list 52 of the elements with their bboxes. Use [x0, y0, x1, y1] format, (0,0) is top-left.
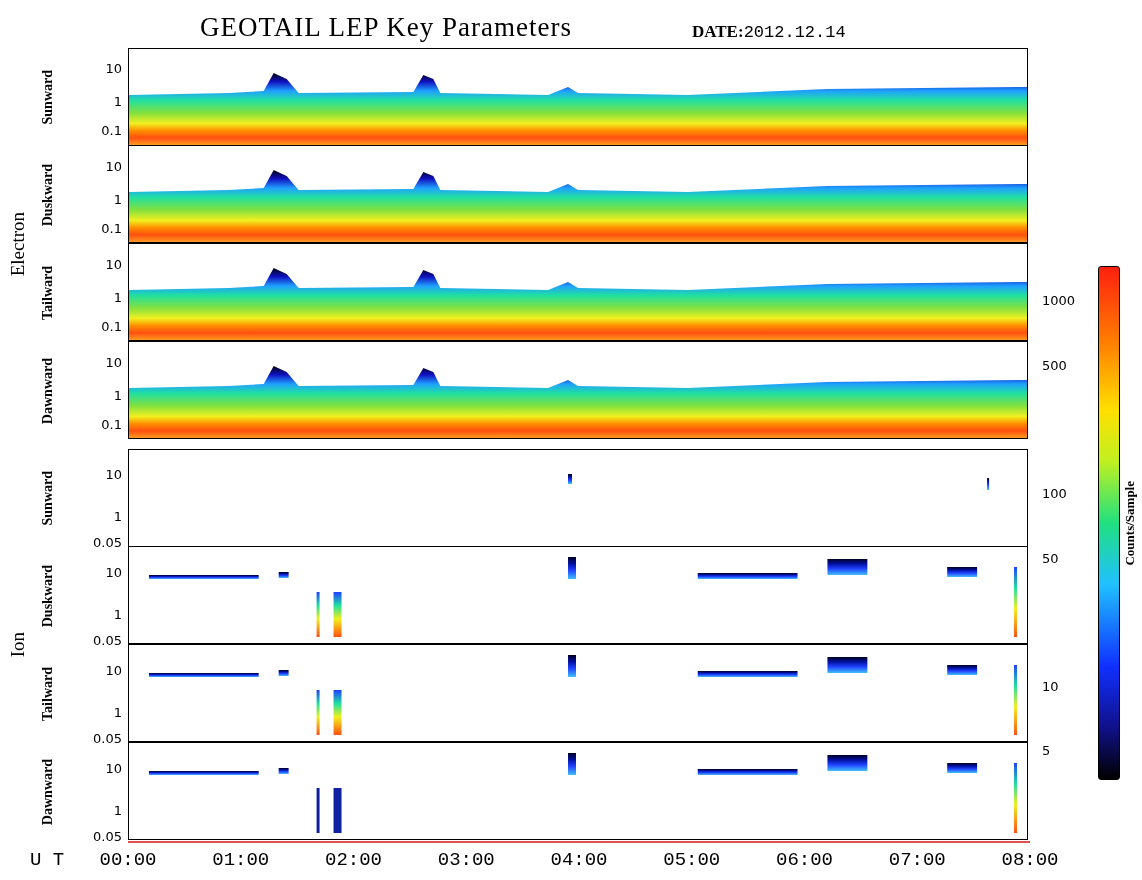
- axis-tick-label: 03:00: [437, 849, 495, 871]
- axis-tick-label: 04:00: [550, 849, 608, 871]
- axis-tick-label: 10: [105, 354, 122, 370]
- panel-label: Duskward: [40, 564, 56, 628]
- axis-tick-label: 10: [105, 564, 122, 580]
- axis-tick-label: 08:00: [1001, 849, 1059, 871]
- colorbar-tick-label: 500: [1042, 357, 1067, 373]
- group-label: Electron: [7, 211, 29, 277]
- axis-tick-label: 10: [105, 256, 122, 272]
- axis-tick-label: 1: [113, 191, 122, 207]
- axis-tick-label: 1: [113, 802, 122, 818]
- colorbar-label: Counts/Sample: [1122, 480, 1138, 566]
- axis-tick-label: 10: [105, 760, 122, 776]
- panel-label: Sunward: [40, 470, 56, 526]
- axis-tick-label: 06:00: [776, 849, 833, 871]
- axis-tick-label: 1: [113, 93, 122, 109]
- axis-tick-label: 1: [113, 606, 122, 622]
- axis-tick-label: 0.05: [93, 534, 122, 550]
- axis-tick-label: 1: [113, 704, 122, 720]
- panel-label: Duskward: [40, 163, 56, 227]
- axis-tick-label: 1: [113, 387, 122, 403]
- axis-tick-label: 02:00: [325, 849, 382, 871]
- axis-tick-label: 0.1: [101, 122, 122, 138]
- axis-tick-label: 1: [113, 508, 122, 524]
- panel-label: Dawnward: [40, 357, 56, 425]
- colorbar-tick-label: 5: [1042, 742, 1051, 758]
- axis-tick-label: 0.1: [101, 220, 122, 236]
- axis-tick-label: 0.05: [93, 730, 122, 746]
- chart-title: GEOTAIL LEP Key Parameters: [200, 12, 572, 44]
- colorbar-tick-label: 100: [1042, 485, 1067, 501]
- group-label: Ion: [7, 632, 29, 658]
- axis-tick-label: 10: [105, 662, 122, 678]
- axis-tick-label: 0.1: [101, 318, 122, 334]
- panel-label: Tailward: [40, 266, 56, 320]
- axis-tick-label: 0.05: [93, 632, 122, 648]
- axis-tick-label: 07:00: [888, 849, 946, 871]
- axis-tick-label: 10: [105, 158, 122, 174]
- panel-label: Tailward: [40, 667, 56, 721]
- panel-label: Dawnward: [40, 758, 56, 826]
- axis-tick-label: 05:00: [663, 849, 721, 871]
- colorbar-tick-label: 10: [1042, 678, 1059, 694]
- axis-tick-label: 0.1: [101, 416, 122, 432]
- axis-tick-label: 1: [113, 289, 122, 305]
- date-label: DATE:2012.12.14: [692, 22, 846, 44]
- panel-label: Sunward: [40, 69, 56, 125]
- colorbar-tick-label: 1000: [1042, 292, 1076, 308]
- axis-tick-label: 10: [105, 60, 122, 76]
- axis-tick-label: 0.05: [93, 828, 122, 844]
- axis-tick-label: 01:00: [212, 849, 270, 871]
- axis-tick-label: 00:00: [99, 849, 157, 871]
- axis-tick-label: 10: [105, 466, 122, 482]
- colorbar-tick-label: 50: [1042, 550, 1059, 566]
